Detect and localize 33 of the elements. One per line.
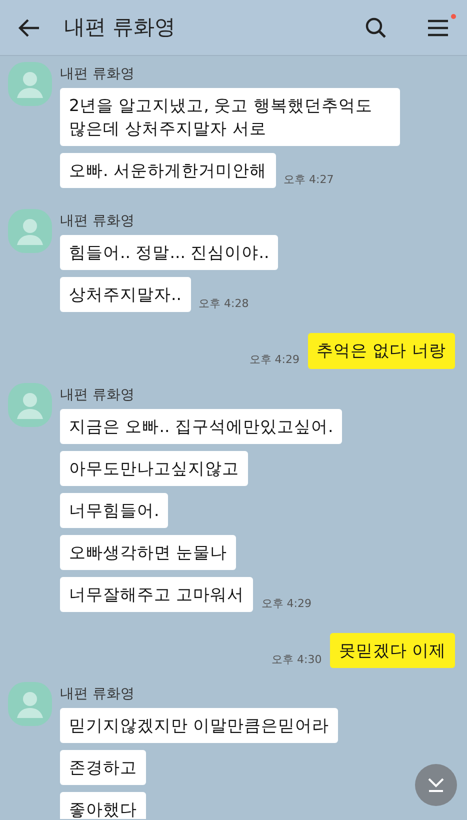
sender-name: 내편 류화영: [60, 386, 136, 405]
message-bubble: 너무잘해주고 고마워서: [60, 576, 254, 612]
avatar-icon: [8, 682, 52, 726]
sender-name: 내편 류화영: [60, 212, 136, 232]
message-time: 오후 4:28: [198, 296, 249, 312]
message-bubble: 추억은 없다 너랑: [308, 333, 455, 369]
avatar-icon: [8, 209, 52, 254]
avatar-icon: [8, 382, 52, 427]
message-bubble: 오빠. 서운하게한거미안해: [60, 153, 276, 188]
message-bubble: 믿기지않겠지만 이말만큼은믿어라: [60, 708, 338, 744]
message-time: 오후 4:30: [272, 652, 322, 668]
message-bubble: 지금은 오빠.. 집구석에만있고싶어.: [60, 408, 342, 444]
message-time: 오후 4:29: [261, 596, 312, 612]
chat-title: 내편 류화영: [64, 14, 177, 41]
message-bubble: 아무도만나고싶지않고: [60, 450, 248, 486]
message-bubble: 상처주지말자..: [60, 277, 190, 312]
message-bubble: 2년을 알고지냈고, 웃고 행복했던추억도 많은데 상처주지말자 서로: [60, 88, 400, 146]
sender-name: 내편 류화영: [60, 685, 136, 704]
message-time: 오후 4:27: [284, 172, 334, 188]
back-icon[interactable]: [18, 18, 40, 38]
menu-icon[interactable]: [427, 18, 449, 38]
message-bubble: 너무힘들어.: [60, 492, 168, 528]
message-bubble: 오빠생각하면 눈물나: [60, 534, 236, 570]
avatar-icon: [8, 62, 52, 106]
message-time: 오후 4:29: [249, 352, 300, 368]
message-bubble: 좋아했다: [60, 792, 146, 819]
message-bubble: 못믿겠다 이제: [330, 633, 455, 668]
message-bubble: 존경하고: [60, 750, 146, 786]
search-icon[interactable]: [365, 16, 387, 38]
chevron-down-icon: [427, 778, 445, 792]
sender-name: 내편 류화영: [60, 65, 136, 84]
message-bubble: 힘들어.. 정말... 진심이야..: [60, 235, 278, 270]
scroll-down-button[interactable]: [415, 764, 457, 806]
